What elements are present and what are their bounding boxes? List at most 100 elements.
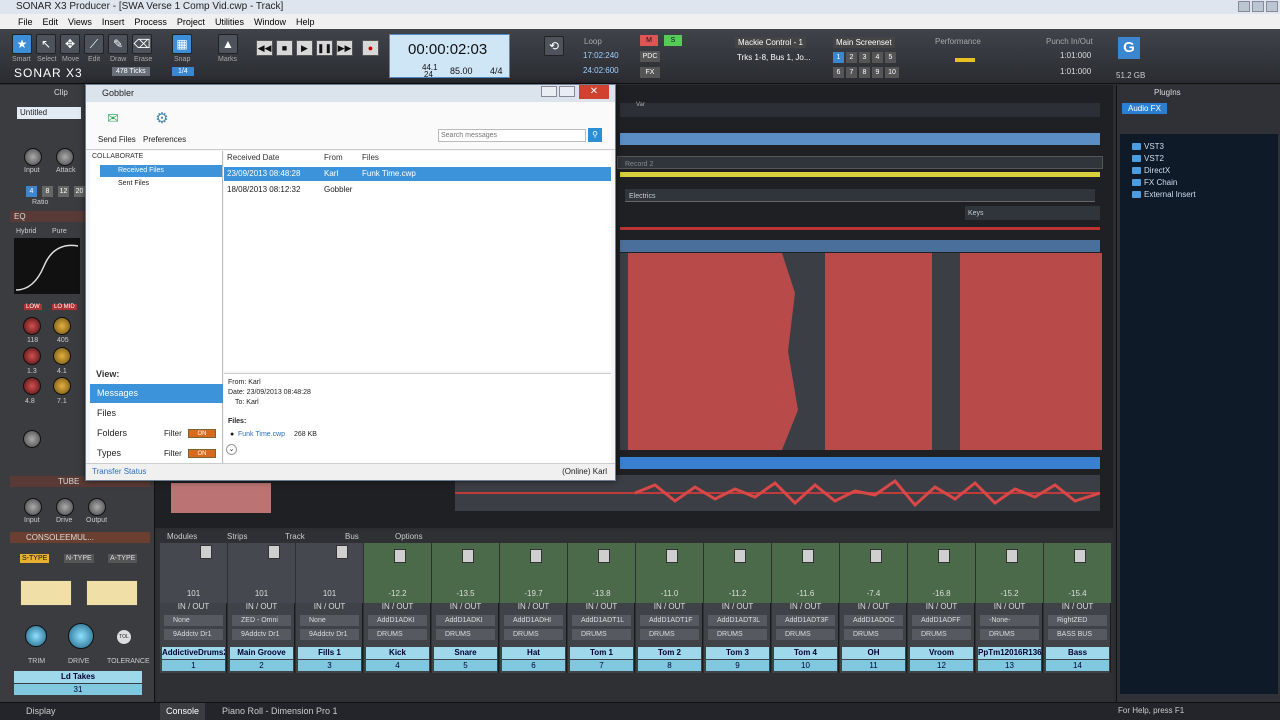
menu-insert[interactable]: Insert [102, 17, 125, 27]
inspector-track-name[interactable]: Ld Takes [14, 671, 142, 683]
console-menu-track[interactable]: Track [285, 532, 305, 541]
erase-tool-button[interactable]: ⌫ [132, 34, 152, 54]
tree-vst3[interactable]: VST3 [1132, 142, 1164, 151]
output-select[interactable]: DRUMS [504, 629, 563, 640]
select-tool-button[interactable]: ↖ [36, 34, 56, 54]
menu-edit[interactable]: Edit [43, 17, 59, 27]
snap-value[interactable]: 1/4 [172, 67, 194, 76]
rewind-button[interactable]: ◀◀ [256, 40, 273, 56]
automation-lane[interactable] [620, 172, 1100, 177]
snap-grid-icon[interactable]: ▦ [172, 34, 192, 54]
input-select[interactable]: AddD1ADT3L [708, 615, 767, 626]
output-select[interactable]: 9Addctv Dr1 [232, 629, 291, 640]
console-emul-header[interactable]: CONSOLEEMUL... [10, 532, 150, 543]
tempo[interactable]: 85.00 [450, 66, 473, 76]
volume-fader-handle[interactable] [870, 549, 882, 563]
view-files[interactable]: Files [90, 404, 223, 423]
screenset-select[interactable]: Main Screenset [833, 37, 895, 48]
view-types[interactable]: Types Filter ON [90, 444, 223, 463]
volume-fader-handle[interactable] [394, 549, 406, 563]
tube-input-knob[interactable] [24, 498, 42, 516]
menu-utilities[interactable]: Utilities [215, 17, 244, 27]
search-icon[interactable]: ⚲ [588, 128, 602, 142]
strip-name[interactable]: AddictiveDrums2 [162, 647, 225, 659]
s-type-button[interactable]: S-TYPE [20, 554, 50, 563]
strip-name[interactable]: PpTm12016R1363 [978, 647, 1041, 659]
punch-end[interactable]: 1:01:000 [1060, 67, 1091, 76]
stop-button[interactable]: ■ [276, 40, 293, 56]
fast-forward-button[interactable]: ▶▶ [336, 40, 353, 56]
volume-fader-handle[interactable] [598, 549, 610, 563]
menu-process[interactable]: Process [134, 17, 167, 27]
screenset-3[interactable]: 3 [859, 52, 870, 63]
marks-icon[interactable]: ▲ [218, 34, 238, 54]
smart-tool-button[interactable]: ★ [12, 34, 32, 54]
gobbler-close-button[interactable]: ✕ [579, 85, 609, 99]
volume-fader-handle[interactable] [336, 545, 348, 559]
output-select[interactable]: BASS BUS [1048, 629, 1107, 640]
chevron-down-icon[interactable]: ⌄ [226, 444, 237, 455]
menu-file[interactable]: File [18, 17, 33, 27]
drive-knob[interactable] [68, 623, 94, 649]
volume-fader-handle[interactable] [1006, 549, 1018, 563]
volume-fader-handle[interactable] [1074, 549, 1086, 563]
gobbler-maximize-button[interactable] [559, 86, 575, 97]
now-time-display[interactable]: 00:00:02:03 44.1 24 85.00 4/4 [389, 34, 510, 79]
output-select[interactable]: DRUMS [640, 629, 699, 640]
menu-project[interactable]: Project [177, 17, 205, 27]
detail-file-link[interactable]: Funk Time.cwp [238, 431, 285, 438]
send-files-button[interactable]: Send Files [98, 135, 136, 144]
menu-window[interactable]: Window [254, 17, 286, 27]
screenset-6[interactable]: 6 [833, 67, 844, 78]
screenset-5[interactable]: 5 [885, 52, 896, 63]
volume-fader-handle[interactable] [268, 545, 280, 559]
loop-end[interactable]: 24:02:600 [583, 66, 619, 75]
trim-knob[interactable] [25, 625, 47, 647]
input-select[interactable]: AddD1ADKI [368, 615, 427, 626]
volume-fader-handle[interactable] [530, 549, 542, 563]
audio-waveform-clip[interactable] [620, 253, 1102, 450]
pdc-button[interactable]: PDC [640, 51, 660, 62]
screenset-4[interactable]: 4 [872, 52, 883, 63]
screenset-9[interactable]: 9 [872, 67, 883, 78]
console-menu-modules[interactable]: Modules [167, 532, 197, 541]
track-lane-1[interactable] [620, 133, 1100, 145]
n-type-button[interactable]: N-TYPE [64, 554, 94, 563]
control-surface-select[interactable]: Mackie Control - 1 [735, 37, 806, 48]
input-select[interactable]: AddD1ADT1F [640, 615, 699, 626]
tube-output-knob[interactable] [88, 498, 106, 516]
view-messages[interactable]: Messages [90, 384, 223, 403]
eq-pure-label[interactable]: Pure [52, 228, 67, 235]
volume-fader-handle[interactable] [666, 549, 678, 563]
input-knob[interactable] [24, 148, 42, 166]
punch-start[interactable]: 1:01:000 [1060, 51, 1091, 60]
strip-name[interactable]: OH [842, 647, 905, 659]
eq-curve-display[interactable] [14, 238, 80, 294]
low-q-knob[interactable] [23, 347, 41, 365]
ratio-12[interactable]: 12 [58, 186, 69, 197]
lomid-q-knob[interactable] [53, 347, 71, 365]
keys-clip[interactable]: Keys [965, 206, 1100, 220]
output-select[interactable]: 9Addctv Dr1 [300, 629, 359, 640]
output-select[interactable]: DRUMS [912, 629, 971, 640]
sent-files-item[interactable]: Sent Files [118, 180, 149, 187]
col-from[interactable]: From [324, 153, 343, 162]
move-tool-button[interactable]: ✥ [60, 34, 80, 54]
volume-fader-handle[interactable] [462, 549, 474, 563]
output-select[interactable]: DRUMS [708, 629, 767, 640]
output-select[interactable]: DRUMS [436, 629, 495, 640]
menu-views[interactable]: Views [68, 17, 92, 27]
tree-directx[interactable]: DirectX [1132, 166, 1170, 175]
console-menu-bus[interactable]: Bus [345, 532, 359, 541]
record-button[interactable]: ● [362, 40, 379, 56]
edit-tool-button[interactable]: ⟋ [84, 34, 104, 54]
gobbler-minimize-button[interactable] [541, 86, 557, 97]
strip-name[interactable]: Snare [434, 647, 497, 659]
console-menu-strips[interactable]: Strips [227, 532, 247, 541]
audio-fx-tab[interactable]: Audio FX [1122, 103, 1167, 114]
screenset-2[interactable]: 2 [846, 52, 857, 63]
low-gain-knob[interactable] [23, 317, 41, 335]
console-tab[interactable]: Console [160, 703, 206, 720]
eq-band-lomid[interactable]: LO MID [52, 304, 77, 310]
eq-output-knob[interactable] [23, 430, 41, 448]
